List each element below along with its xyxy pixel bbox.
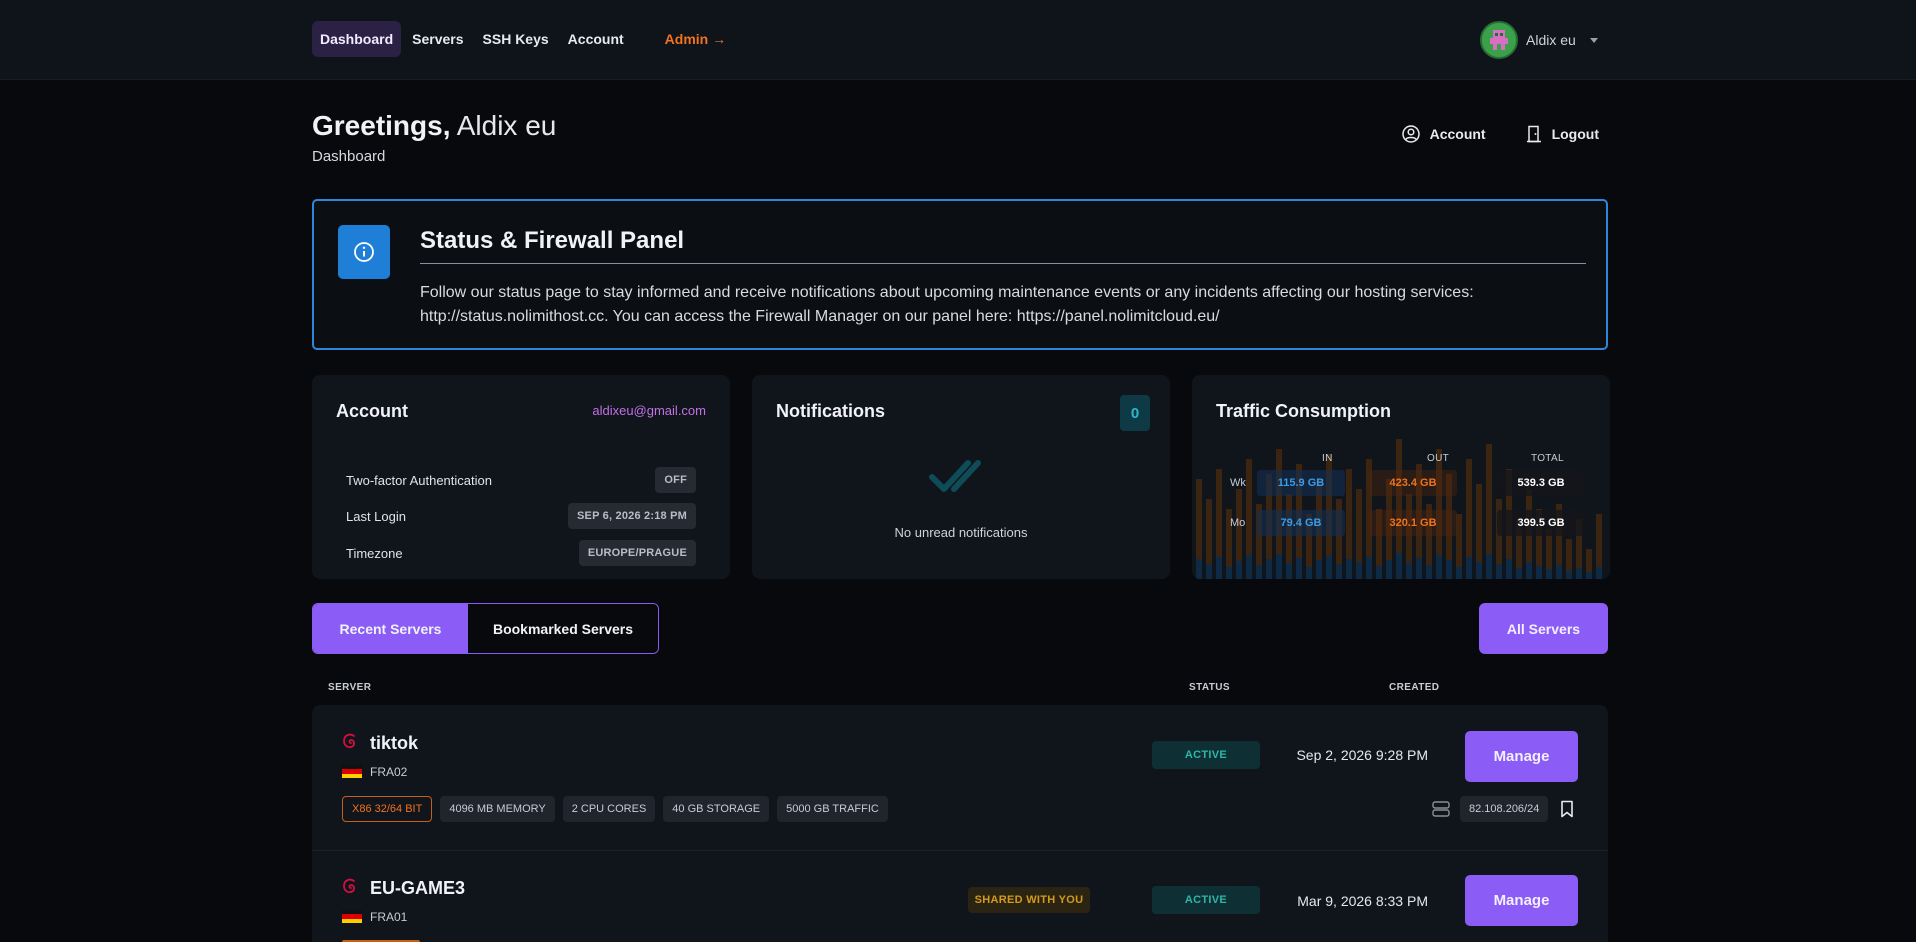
server-specs: X86 32/64 BIT 4096 MB MEMORY 2 CPU CORES…: [342, 796, 896, 822]
user-circle-icon: [1401, 125, 1420, 143]
two-factor-row: Two-factor Authentication OFF: [346, 466, 696, 494]
all-servers-button[interactable]: All Servers: [1479, 603, 1608, 654]
two-factor-value: OFF: [655, 467, 696, 493]
logout-link-label: Logout: [1551, 126, 1599, 142]
nav-ssh-keys[interactable]: SSH Keys: [475, 21, 557, 57]
account-card-title: Account: [336, 401, 408, 421]
germany-flag-icon: [342, 765, 362, 778]
server-stack-icon: [1432, 801, 1450, 817]
two-factor-label: Two-factor Authentication: [346, 472, 492, 488]
spec-storage: 40 GB STORAGE: [663, 796, 770, 822]
column-header-status: STATUS: [1189, 682, 1230, 693]
greeting-name: Aldix eu: [456, 110, 557, 141]
column-header-server: SERVER: [328, 682, 372, 693]
double-check-icon: [929, 460, 981, 492]
page-title: Greetings, Aldix eu: [312, 110, 556, 142]
traffic-header-out: OUT: [1427, 453, 1450, 464]
spec-architecture: X86 32/64 BIT: [342, 796, 433, 822]
header-actions: Account Logout: [1362, 125, 1599, 143]
server-name[interactable]: EU-GAME3: [370, 878, 465, 899]
germany-flag-icon: [342, 910, 362, 923]
nav-servers[interactable]: Servers: [404, 21, 471, 57]
traffic-month-in: 79.4 GB: [1257, 510, 1345, 536]
server-list: tiktok FRA02 X86 32/64 BIT 4096 MB MEMOR…: [312, 705, 1608, 942]
timezone-row: Timezone EUROPE/PRAGUE: [346, 539, 696, 567]
status-badge: ACTIVE: [1152, 886, 1260, 914]
server-created: Sep 2, 2026 9:28 PM: [1296, 747, 1428, 763]
row-divider: [312, 850, 1608, 851]
server-ip-group: 82.108.206/24: [1432, 796, 1574, 822]
traffic-week-in: 115.9 GB: [1257, 470, 1345, 496]
avatar: [1480, 21, 1518, 59]
traffic-row-label: Wk: [1230, 477, 1246, 489]
notifications-card-title: Notifications: [776, 401, 886, 421]
tab-bookmarked-servers[interactable]: Bookmarked Servers: [468, 604, 658, 653]
account-link[interactable]: Account: [1401, 125, 1486, 143]
server-location: FRA01: [370, 910, 408, 924]
traffic-week-out: 423.4 GB: [1369, 470, 1457, 496]
traffic-row-label: Mo: [1230, 517, 1246, 529]
last-login-row: Last Login SEP 6, 2026 2:18 PM: [346, 502, 696, 530]
spec-traffic: 5000 GB TRAFFIC: [777, 796, 888, 822]
notification-count-badge: 0: [1120, 395, 1150, 431]
timezone-label: Timezone: [346, 545, 403, 561]
manage-button[interactable]: Manage: [1465, 875, 1578, 926]
traffic-month-out: 320.1 GB: [1369, 510, 1457, 536]
no-notifications-text: No unread notifications: [894, 525, 1028, 540]
tab-recent-servers[interactable]: Recent Servers: [313, 604, 468, 653]
nav-dashboard[interactable]: Dashboard: [312, 21, 402, 57]
alert-body: Follow our status page to stay informed …: [420, 284, 1474, 325]
page-subtitle: Dashboard: [312, 148, 386, 165]
last-login-value: SEP 6, 2026 2:18 PM: [568, 503, 696, 529]
top-navbar: Dashboard Servers SSH Keys Account Admin…: [0, 0, 1916, 80]
status-badge: ACTIVE: [1152, 741, 1260, 769]
timezone-value: EUROPE/PRAGUE: [578, 540, 696, 566]
alert-title: Status & Firewall Panel: [420, 227, 1586, 264]
traffic-chart-bars: [1196, 439, 1602, 579]
account-link-label: Account: [1429, 126, 1486, 142]
traffic-header-in: IN: [1322, 453, 1333, 464]
traffic-card-title: Traffic Consumption: [1216, 401, 1391, 421]
server-tabs: Recent Servers Bookmarked Servers: [312, 603, 659, 654]
traffic-card: Traffic Consumption IN OUT TOTAL Wk 115.…: [1192, 375, 1610, 579]
traffic-week-total: 539.3 GB: [1497, 470, 1585, 496]
spec-memory: 4096 MB MEMORY: [440, 796, 555, 822]
server-name[interactable]: tiktok: [370, 733, 418, 754]
greeting-label: Greetings,: [312, 110, 451, 141]
traffic-month-total: 399.5 GB: [1497, 510, 1585, 536]
user-menu[interactable]: Aldix eu: [1480, 20, 1598, 60]
chevron-down-icon: [1589, 37, 1598, 43]
nav-admin[interactable]: Admin →: [657, 21, 734, 57]
shared-badge: SHARED WITH YOU: [968, 887, 1090, 913]
server-created: Mar 9, 2026 8:33 PM: [1297, 893, 1428, 909]
manage-button[interactable]: Manage: [1465, 731, 1578, 782]
bookmark-icon[interactable]: [1560, 800, 1574, 818]
status-firewall-alert: Status & Firewall Panel Follow our statu…: [312, 199, 1608, 350]
debian-icon: [343, 878, 355, 894]
spec-cpu: 2 CPU CORES: [562, 796, 656, 822]
user-name: Aldix eu: [1526, 32, 1576, 48]
info-icon: [338, 225, 390, 279]
debian-icon: [343, 733, 355, 749]
notifications-card: Notifications 0 No unread notifications: [752, 375, 1170, 579]
logout-link[interactable]: Logout: [1526, 125, 1599, 143]
last-login-label: Last Login: [346, 508, 406, 524]
account-email[interactable]: aldixeu@gmail.com: [592, 403, 706, 418]
account-card: Account aldixeu@gmail.com Two-factor Aut…: [312, 375, 730, 579]
server-location: FRA02: [370, 765, 408, 779]
nav-links: Dashboard Servers SSH Keys Account Admin…: [312, 21, 737, 57]
door-icon: [1526, 125, 1541, 143]
server-ip: 82.108.206/24: [1460, 796, 1549, 822]
nav-account[interactable]: Account: [560, 21, 632, 57]
column-header-created: CREATED: [1389, 682, 1440, 693]
traffic-header-total: TOTAL: [1531, 453, 1564, 464]
